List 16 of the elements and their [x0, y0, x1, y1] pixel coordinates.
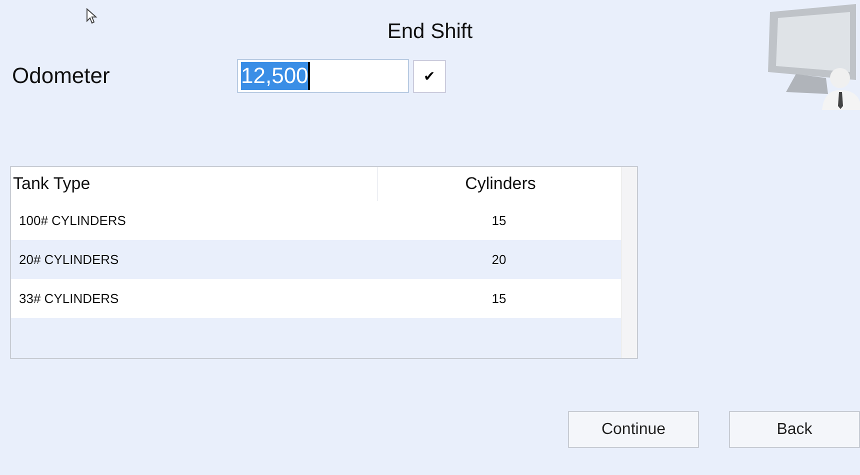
scrollbar[interactable]	[621, 167, 637, 358]
table-cell: 20	[492, 252, 506, 267]
odometer-label: Odometer	[12, 63, 111, 89]
back-button[interactable]: Back	[729, 411, 860, 448]
selected-value: 12,500	[241, 62, 310, 90]
cursor-icon	[86, 8, 98, 24]
table-cell-text: 20# CYLINDERS	[18, 252, 120, 267]
table-row[interactable]: 20# CYLINDERS 20	[11, 240, 621, 279]
continue-button[interactable]: Continue	[568, 411, 699, 448]
table-cell-text: 100# CYLINDERS	[18, 213, 127, 228]
page-title-text: End Shift	[387, 20, 473, 44]
confirm-button[interactable]: ✔	[413, 60, 446, 92]
table-cell: 15	[492, 213, 506, 228]
table-cell-text: 33# CYLINDERS	[18, 291, 120, 306]
column-header: Tank Type	[12, 173, 92, 195]
table-cell: 15	[492, 291, 506, 306]
